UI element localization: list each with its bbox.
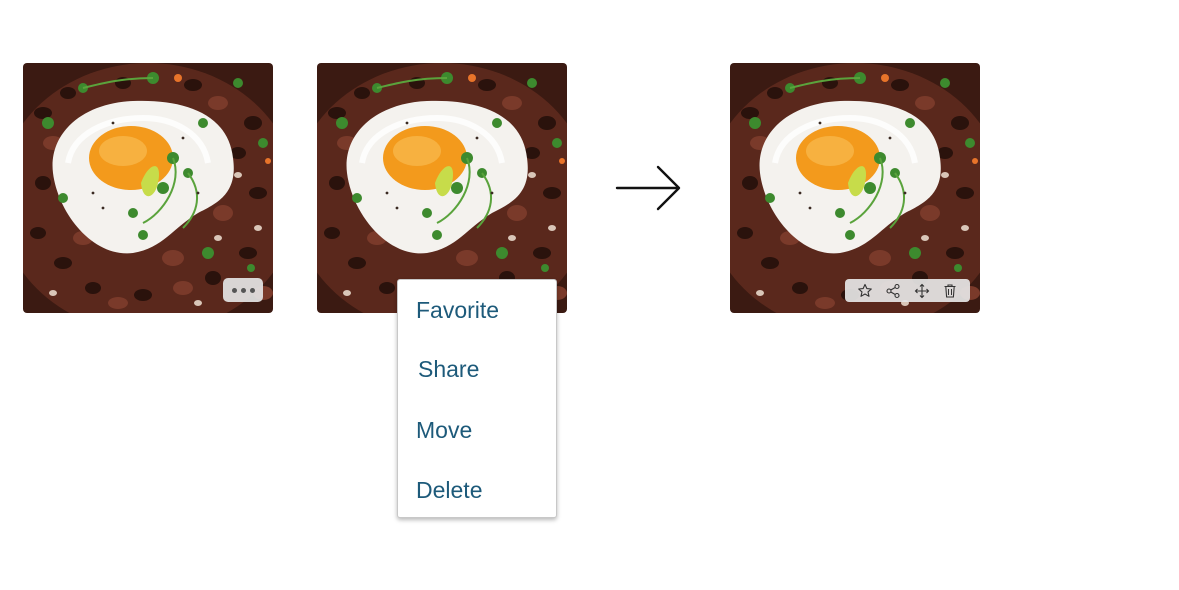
- photo-card-collapsed[interactable]: [23, 63, 273, 313]
- ellipsis-icon-dot: [249, 287, 255, 293]
- fried-egg-beans-photo: [317, 63, 567, 313]
- star-icon[interactable]: [857, 283, 873, 299]
- arrow-right-icon: [615, 165, 681, 211]
- menu-item-delete[interactable]: Delete: [416, 479, 482, 502]
- move-icon[interactable]: [914, 283, 930, 299]
- photo-action-bar: [845, 279, 970, 302]
- photo-card-menu-open[interactable]: [317, 63, 567, 313]
- share-icon[interactable]: [885, 283, 901, 299]
- ellipsis-icon: [231, 287, 237, 293]
- menu-item-share[interactable]: Share: [418, 358, 479, 381]
- menu-item-favorite[interactable]: Favorite: [416, 299, 499, 322]
- fried-egg-beans-photo: [23, 63, 273, 313]
- fried-egg-beans-photo: [730, 63, 980, 313]
- trash-icon[interactable]: [942, 283, 958, 299]
- photo-card-action-bar[interactable]: [730, 63, 980, 313]
- context-menu: Favorite Share Move Delete: [397, 279, 557, 518]
- ellipsis-icon-dot: [240, 287, 246, 293]
- more-options-button[interactable]: [223, 278, 263, 302]
- menu-item-move[interactable]: Move: [416, 419, 472, 442]
